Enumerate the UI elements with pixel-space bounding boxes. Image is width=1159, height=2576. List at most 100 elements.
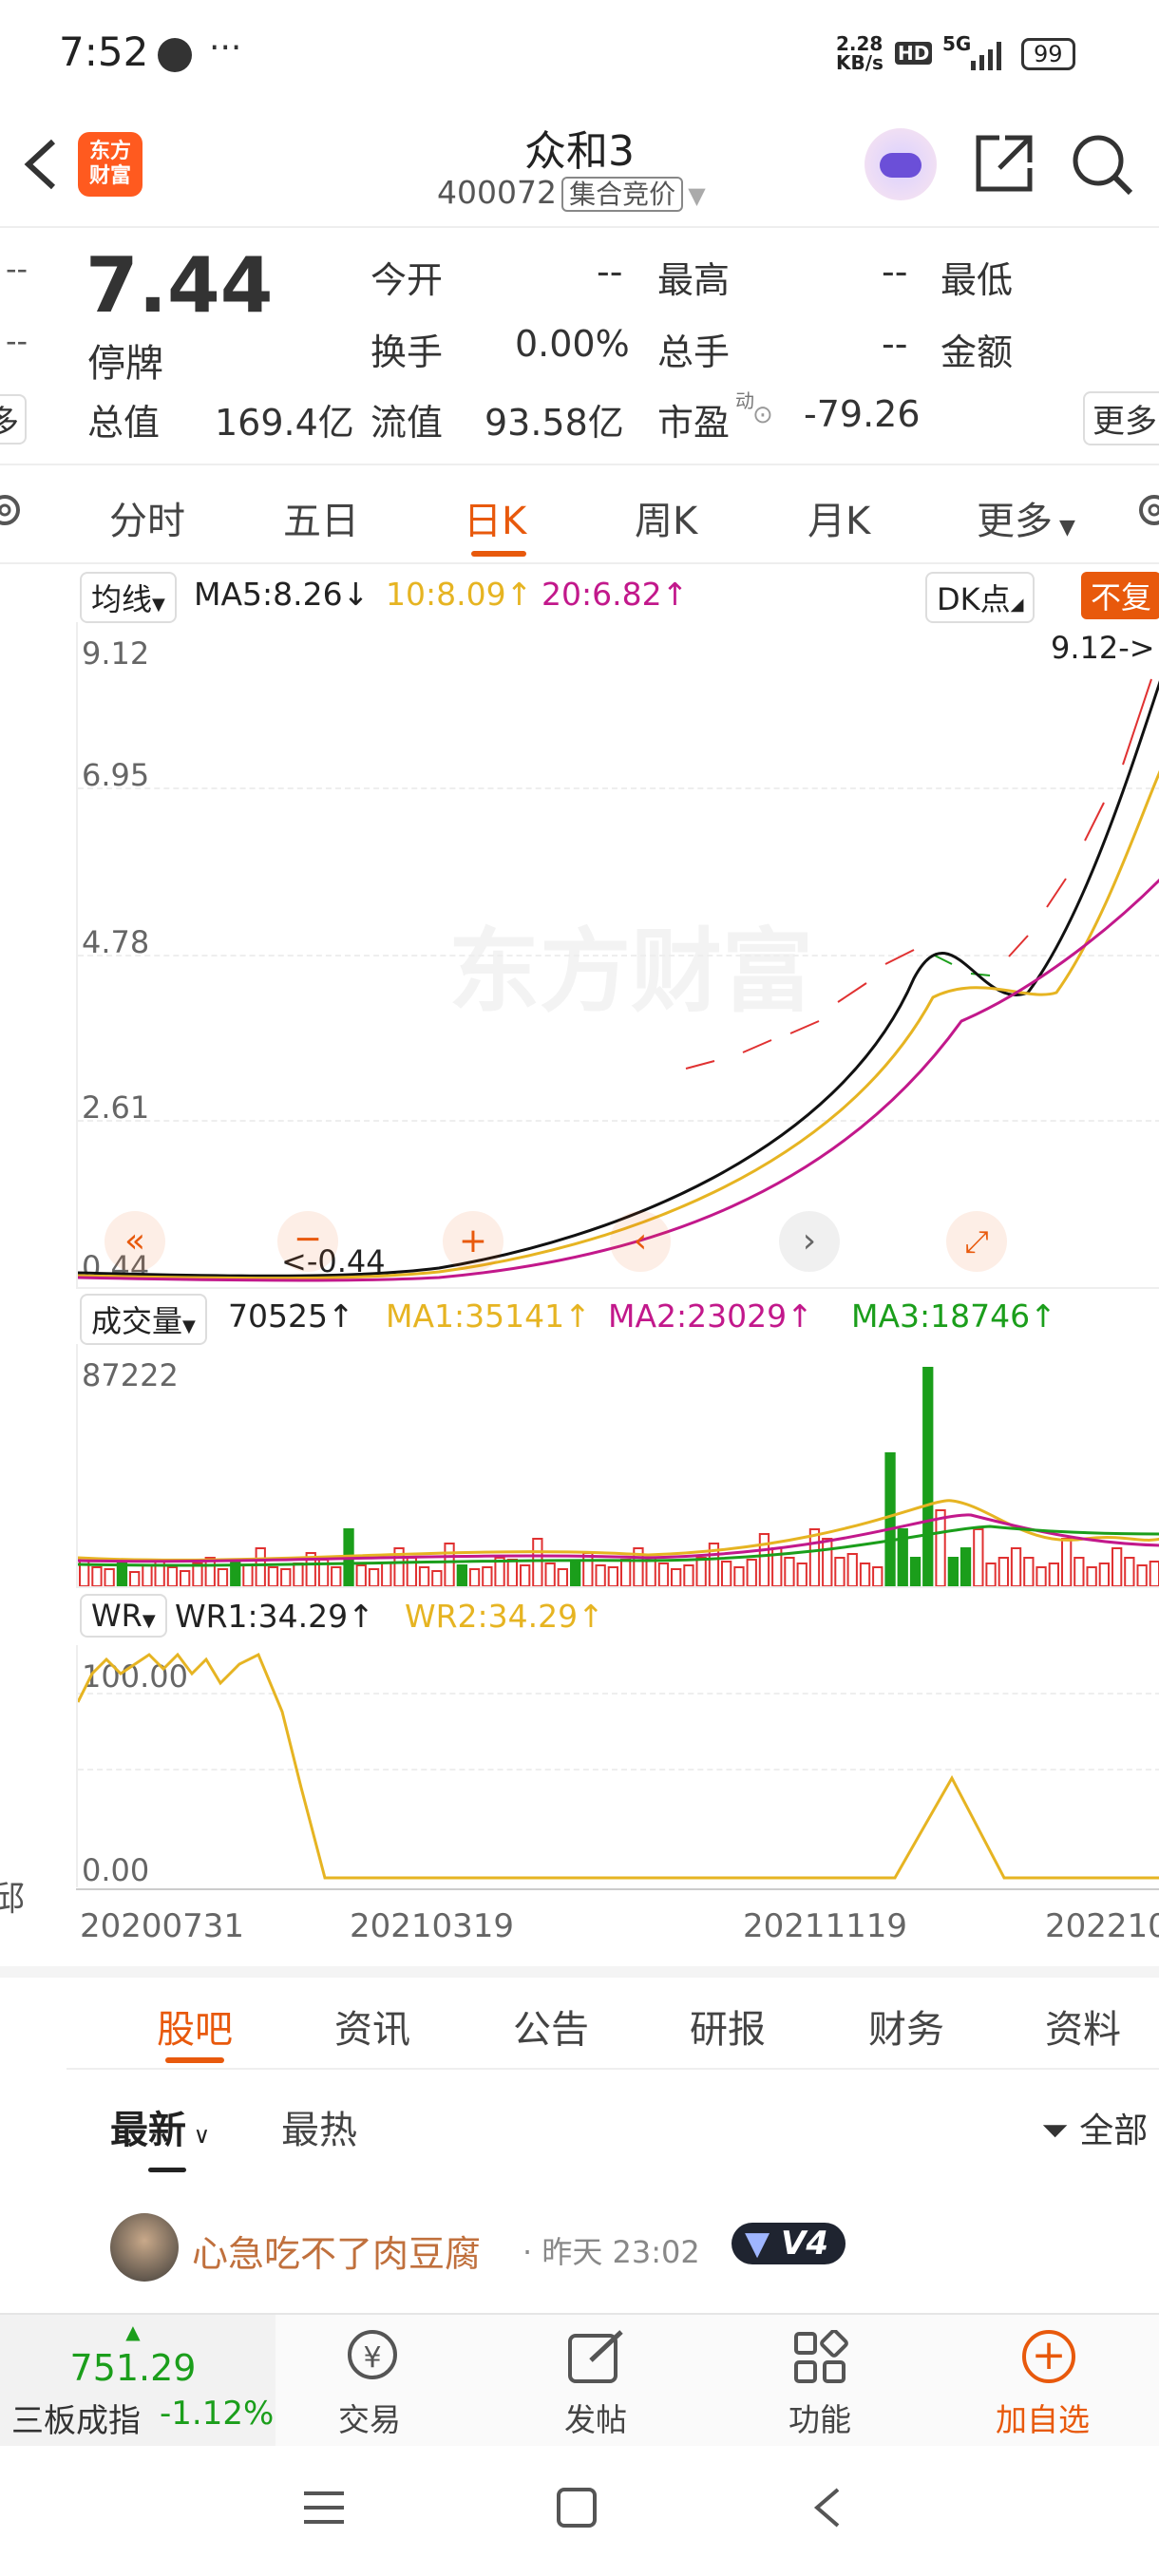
assistant-avatar[interactable] [864,128,937,200]
tab-announcements[interactable]: 公告 [513,1998,589,2054]
tab-more[interactable]: 更多 ▼ [977,490,1075,545]
volume-bar [683,1564,694,1586]
dk-point-toggle[interactable]: DK点◢ [925,572,1036,623]
turnover-label: 换手 [370,331,444,373]
volume-bar [808,1528,821,1586]
kline-chart[interactable]: 东方财富 9.12 6.95 4.78 2.61 0.44 9.12-> <-0… [76,622,1159,1287]
ma5-value: MA5:8.26↓ [194,576,370,613]
menu-icon[interactable] [302,2486,346,2529]
more-quote-button[interactable]: 更多 [1083,391,1159,445]
ma-selector-label: 均线 [91,581,153,617]
hd-badge: HD [895,42,933,65]
volume-selector[interactable]: 成交量▼ [80,1294,207,1345]
candle [932,954,953,965]
ma5-line [78,680,1159,1278]
settings-icon[interactable] [0,486,28,534]
wr1-value: WR1:34.29↑ [175,1598,374,1635]
filter-label: 全部 [1079,2112,1149,2150]
open-value: -- [597,251,623,293]
total-value-label: 总值 [87,402,161,444]
stock-code-row[interactable]: 400072 集合竞价 ▼ [437,174,706,212]
share-icon[interactable] [973,132,1036,195]
scroll-left-icon[interactable]: ‹ [610,1211,671,1272]
active-tab-indicator [471,551,526,557]
sort-latest[interactable]: 最新 ∨ [110,2099,210,2154]
volume-bar [998,1557,1010,1586]
zoom-in-icon[interactable]: + [443,1211,504,1272]
post-item[interactable]: 心急吃不了肉豆腐 · 昨天 23:02 V4 ▼ [0,2175,1159,2313]
wr-selector[interactable]: WR▼ [80,1594,167,1638]
sort-indicator [148,2168,186,2172]
function-button[interactable]: 功能 [760,2315,884,2448]
volume-bar [557,1568,569,1586]
tab-profile[interactable]: 资料 [1045,1998,1121,2054]
volume-bar [91,1566,103,1586]
tab-research[interactable]: 研报 [690,1998,766,2054]
ma-selector[interactable]: 均线▼ [80,572,177,623]
tab-news[interactable]: 资讯 [334,1998,410,2054]
volume-bar [1086,1566,1097,1586]
tab-finance[interactable]: 财务 [868,1998,944,2054]
volume-bar [355,1564,367,1586]
open-label: 今开 [370,259,444,301]
volume-chart[interactable]: 87222 [76,1344,1159,1586]
volume-bar [1023,1557,1035,1586]
volume-bar [784,1557,795,1586]
candles [685,678,1152,1070]
net-speed: 2.28 KB/s [836,34,884,72]
volume-bar [1124,1557,1135,1586]
sort-hot[interactable]: 最热 [281,2099,357,2154]
avatar[interactable] [110,2213,179,2282]
volume-bar [1136,1564,1148,1586]
volume-bar [129,1571,141,1586]
left-more-button[interactable]: 多 [0,394,27,445]
volume-bar [822,1538,833,1586]
scroll-right-icon[interactable]: › [779,1211,840,1272]
gear-icon[interactable] [1130,486,1159,534]
volume-bar [544,1563,556,1586]
volume-bar [1074,1557,1085,1586]
info-icon[interactable]: ⊙ [752,401,773,429]
filter-button[interactable]: ⏷ 全部 [1041,2103,1148,2152]
adjust-toggle[interactable]: 不复 [1081,572,1159,619]
trade-button[interactable]: ¥ 交易 [314,2315,437,2448]
volume-bar [960,1547,972,1586]
search-icon[interactable] [1070,132,1136,199]
volume-bar [456,1564,468,1586]
zoom-out-icon[interactable]: − [277,1211,338,1272]
volume-bar [1036,1566,1047,1586]
corner-icon: ◢ [1010,595,1024,615]
volume-bar [985,1563,997,1586]
caret-down-icon: ▼ [152,595,165,615]
volume-ma1: MA1:35141↑ [386,1297,591,1335]
back-nav-icon[interactable] [809,2486,847,2529]
volume-bar [331,1566,342,1586]
volume-value: 70525↑ [228,1297,354,1335]
post-author[interactable]: 心急吃不了肉豆腐 [192,2225,481,2277]
candle [1008,935,1029,957]
index-ticker[interactable]: ▲ 751.29 三板成指 -1.12% [0,2315,276,2448]
volume-bar [570,1561,581,1586]
tab-monthly-k[interactable]: 月K [808,490,870,545]
post-button[interactable]: 发帖 [538,2315,661,2448]
tab-weekly-k[interactable]: 周K [635,490,697,545]
volume-bar [532,1538,543,1586]
high-value: -- [882,251,908,293]
tab-daily-k[interactable]: 日K [464,490,526,545]
network-type: 5G [942,32,972,55]
period-tabs: 分时 五日 日K 周K 月K 更多 ▼ [0,465,1159,560]
add-watchlist-button[interactable]: + 加自选 [978,2315,1121,2448]
tab-forum[interactable]: 股吧 [157,1998,233,2054]
tab-five-day[interactable]: 五日 [283,490,359,545]
volume-bar [1048,1563,1060,1586]
divider [0,562,1159,564]
battery-icon: 99 [1021,38,1075,70]
home-icon[interactable] [555,2486,598,2529]
post-label: 发帖 [564,2401,627,2438]
volume-legend: 成交量▼ 70525↑ MA1:35141↑ MA2:23029↑ MA3:18… [76,1294,1159,1345]
scroll-left-fast-icon[interactable]: « [104,1211,165,1272]
tab-intraday[interactable]: 分时 [109,490,185,545]
wr-chart[interactable]: 100.00 0.00 [76,1645,1159,1888]
index-value: 751.29 [69,2347,197,2389]
fullscreen-icon[interactable]: ⤢ [946,1211,1007,1272]
